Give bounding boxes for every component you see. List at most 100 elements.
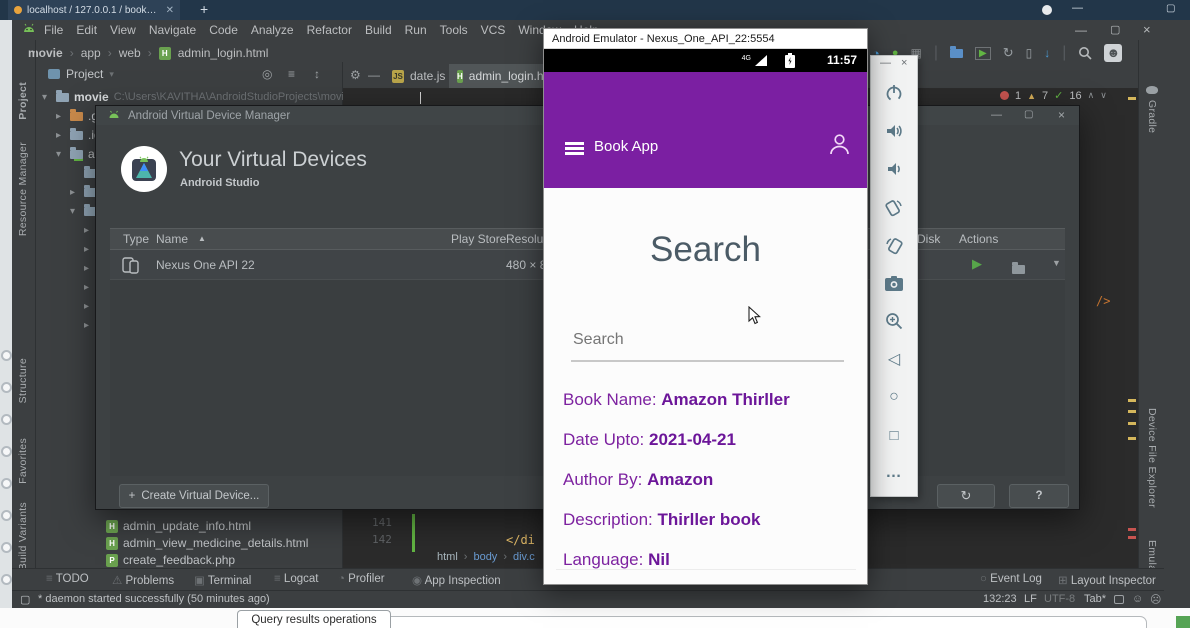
crumb-body[interactable]: body: [473, 551, 497, 563]
search-input[interactable]: [571, 330, 848, 350]
prev-icon[interactable]: ∧: [1088, 90, 1095, 101]
menu-edit[interactable]: Edit: [76, 23, 97, 37]
menu-file[interactable]: File: [44, 23, 63, 37]
home-button[interactable]: ○: [870, 378, 918, 416]
breadcrumb-app[interactable]: app: [81, 46, 101, 60]
device-name[interactable]: Nexus One API 22: [156, 258, 255, 272]
more-actions-dropdown-icon[interactable]: ▼: [1052, 258, 1061, 268]
sdk-manager-icon[interactable]: ↓: [1044, 46, 1050, 60]
emulator-panel-close[interactable]: ×: [901, 57, 907, 69]
ide-close-button[interactable]: ×: [1143, 22, 1151, 37]
volume-down-button[interactable]: [870, 150, 918, 188]
overview-button[interactable]: □: [870, 416, 918, 454]
browser-profile-icon[interactable]: [1042, 5, 1052, 15]
back-button[interactable]: ◁: [870, 340, 918, 378]
sad-face-icon[interactable]: ☹: [1150, 593, 1161, 606]
emulator-title-bar[interactable]: Android Emulator - Nexus_One_API_22:5554: [544, 29, 867, 49]
encoding[interactable]: UTF-8: [1044, 593, 1075, 605]
toolstrip-structure[interactable]: Structure: [17, 358, 29, 403]
chevron-right-icon[interactable]: ▸: [84, 282, 93, 293]
chevron-right-icon[interactable]: ▸: [84, 244, 93, 255]
tree-row[interactable]: ▸: [84, 297, 93, 315]
tree-row[interactable]: ▸: [70, 183, 97, 201]
file-label[interactable]: create_feedback.php: [123, 553, 235, 567]
new-tab-button[interactable]: +: [200, 1, 208, 17]
chevron-down-icon[interactable]: ▾: [56, 149, 65, 160]
help-button[interactable]: ?: [1009, 484, 1069, 508]
more-options-button[interactable]: …: [870, 454, 918, 492]
chevron-right-icon[interactable]: ▸: [56, 111, 65, 122]
file-row[interactable]: H admin_update_info.html: [106, 517, 251, 535]
power-button[interactable]: [870, 74, 918, 112]
editor-gear-icon[interactable]: ⚙: [350, 68, 361, 82]
ide-minimize-button[interactable]: —: [1075, 23, 1087, 37]
open-folder-icon[interactable]: [1012, 265, 1025, 274]
tool-problems[interactable]: ⚠ Problems: [112, 573, 174, 587]
collapse-all-icon[interactable]: ≡: [288, 67, 295, 81]
tool-layout-inspector[interactable]: ⊞ Layout Inspector: [1058, 573, 1156, 587]
tool-window-toggle-icon[interactable]: ▢: [20, 593, 30, 606]
tab-close-icon[interactable]: ✕: [166, 5, 174, 16]
ide-maximize-button[interactable]: ▢: [1110, 23, 1120, 36]
tree-row[interactable]: ▾: [70, 202, 97, 220]
chevron-down-icon[interactable]: ▾: [42, 92, 51, 103]
tree-row[interactable]: ▸: [84, 221, 93, 239]
expand-all-icon[interactable]: ↕: [314, 67, 320, 81]
browser-tab[interactable]: localhost / 127.0.0.1 / book_fire ✕: [8, 0, 180, 20]
tree-row[interactable]: ▸: [84, 278, 93, 296]
col-disk[interactable]: Disk: [917, 232, 940, 246]
tree-root-label[interactable]: movie: [74, 90, 109, 104]
chevron-right-icon[interactable]: ▸: [84, 301, 93, 312]
launch-play-icon[interactable]: ▶: [972, 256, 982, 272]
tool-logcat[interactable]: ≡ Logcat: [274, 573, 318, 585]
breadcrumb-file[interactable]: admin_login.html: [178, 46, 269, 60]
toolstrip-device-file-explorer[interactable]: Device File Explorer: [1146, 408, 1158, 508]
indent-setting[interactable]: Tab*: [1084, 593, 1106, 605]
chevron-right-icon[interactable]: ▸: [70, 187, 79, 198]
tree-row[interactable]: ▸: [84, 259, 93, 277]
menu-analyze[interactable]: Analyze: [251, 23, 294, 37]
caret-position[interactable]: 132:23: [983, 593, 1017, 605]
file-row[interactable]: P create_feedback.php: [106, 551, 235, 569]
breadcrumb-web[interactable]: web: [119, 46, 141, 60]
chevron-right-icon[interactable]: ▸: [84, 320, 93, 331]
menu-tools[interactable]: Tools: [440, 23, 468, 37]
chevron-down-icon[interactable]: ▾: [70, 206, 79, 217]
browser-minimize-icon[interactable]: —: [1072, 2, 1083, 14]
tree-row-root[interactable]: ▾ movie C:\Users\KAVITHA\AndroidStudioPr…: [42, 88, 350, 106]
chevron-right-icon[interactable]: ▸: [56, 130, 65, 141]
create-virtual-device-button[interactable]: + Create Virtual Device...: [119, 484, 269, 508]
col-play-store[interactable]: Play Store: [451, 232, 506, 246]
zoom-button[interactable]: [870, 302, 918, 340]
avd-minimize-button[interactable]: —: [991, 109, 1002, 121]
col-name[interactable]: Name: [156, 232, 188, 246]
chevron-right-icon[interactable]: ▸: [84, 263, 93, 274]
browser-maximize-icon[interactable]: ▢: [1166, 3, 1175, 14]
toolstrip-gradle[interactable]: Gradle: [1146, 100, 1158, 133]
menu-refactor[interactable]: Refactor: [307, 23, 352, 37]
menu-build[interactable]: Build: [365, 23, 392, 37]
device-manager-icon[interactable]: [950, 49, 963, 58]
gradle-sync-icon[interactable]: ↻: [1003, 45, 1014, 61]
tool-todo[interactable]: ≡ TODO: [46, 573, 89, 585]
avd-close-button[interactable]: ×: [1058, 108, 1065, 122]
volume-up-button[interactable]: [870, 112, 918, 150]
col-type[interactable]: Type: [123, 232, 149, 246]
tool-app-inspection[interactable]: ◉ App Inspection: [412, 573, 501, 587]
rotate-right-button[interactable]: [870, 226, 918, 264]
inspections-widget[interactable]: 1 ▲ 7 ✓ 16 ∧ ∨: [1000, 89, 1107, 102]
menu-code[interactable]: Code: [209, 23, 238, 37]
search-icon[interactable]: [1078, 46, 1092, 60]
project-panel-header[interactable]: Project ▾: [36, 62, 342, 86]
file-label[interactable]: admin_view_medicine_details.html: [123, 536, 308, 550]
refresh-button[interactable]: ↻: [937, 484, 995, 508]
chevron-right-icon[interactable]: ▸: [84, 225, 93, 236]
toolstrip-project[interactable]: Project: [17, 82, 29, 120]
rotate-left-button[interactable]: [870, 188, 918, 226]
tool-profiler[interactable]: ◔ Profiler: [338, 573, 385, 585]
menu-vcs[interactable]: VCS: [481, 23, 506, 37]
lock-icon[interactable]: [1114, 595, 1124, 604]
tool-event-log[interactable]: ○ Event Log: [980, 573, 1042, 585]
file-label[interactable]: admin_update_info.html: [123, 519, 251, 533]
tool-terminal[interactable]: ▣ Terminal: [194, 573, 251, 587]
